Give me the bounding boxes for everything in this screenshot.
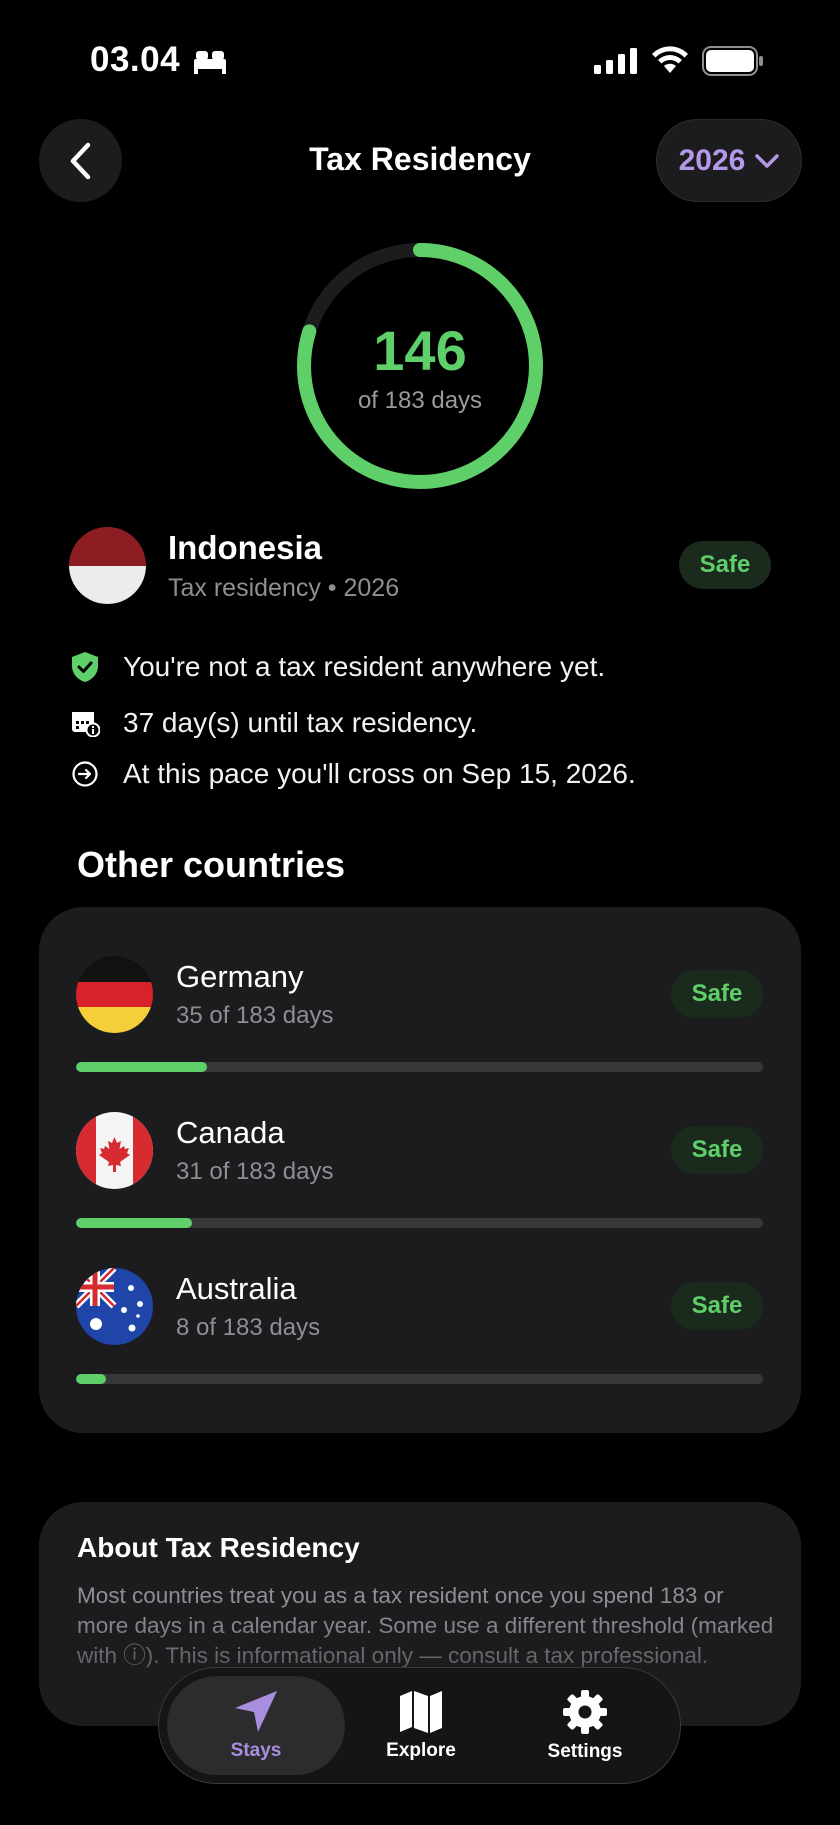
tab-settings[interactable]: Settings <box>496 1676 674 1775</box>
status-bar: 03.04 <box>0 0 840 120</box>
country-name: Canada <box>176 1115 285 1150</box>
arrow-circle-icon <box>72 761 98 787</box>
tab-label: Stays <box>230 1739 282 1761</box>
main-country-name: Indonesia <box>168 529 323 566</box>
status-time: 03.04 <box>90 40 181 79</box>
year-selector[interactable]: 2026 <box>656 119 802 202</box>
shield-check-icon <box>72 652 98 682</box>
main-country-subtitle: Tax residency • 2026 <box>168 574 400 602</box>
navigation-arrow-icon <box>235 1690 277 1732</box>
progress-bar-fill <box>76 1062 208 1072</box>
status-badge: Safe <box>671 1282 763 1330</box>
status-badge: Safe <box>671 1126 763 1174</box>
country-days: 35 of 183 days <box>176 1002 334 1029</box>
indonesia-flag-icon <box>69 527 146 604</box>
canada-flag-icon <box>76 1112 153 1189</box>
country-name: Australia <box>176 1271 297 1306</box>
country-days: 31 of 183 days <box>176 1158 334 1185</box>
fact-text: You're not a tax resident anywhere yet. <box>123 651 606 682</box>
status-badge: Safe <box>671 970 763 1018</box>
cellular-signal-icon <box>594 48 637 74</box>
section-title-other-countries: Other countries <box>77 844 346 885</box>
country-days: 8 of 183 days <box>176 1314 321 1341</box>
status-badge: Safe <box>679 541 771 589</box>
fact-row-cross-date: At this pace you'll cross on Sep 15, 202… <box>70 758 636 790</box>
battery-icon <box>702 46 763 76</box>
chevron-down-icon <box>755 153 780 168</box>
tab-stays[interactable]: Stays <box>167 1676 345 1775</box>
fact-row-days-until: 37 day(s) until tax residency. <box>70 707 477 739</box>
fact-text: 37 day(s) until tax residency. <box>123 707 478 738</box>
germany-flag-icon <box>76 956 153 1033</box>
tab-label: Explore <box>386 1739 456 1761</box>
progress-bar-fill <box>76 1218 193 1228</box>
other-countries-card: Germany 35 of 183 days Safe Canada 31 of… <box>39 907 801 1433</box>
country-name: Germany <box>176 959 304 994</box>
days-threshold-label: of 183 days <box>357 387 483 414</box>
fact-text: At this pace you'll cross on Sep 15, 202… <box>123 758 636 789</box>
map-icon <box>400 1690 442 1733</box>
bed-icon <box>194 51 226 74</box>
progress-bar <box>76 1062 763 1072</box>
tab-explore[interactable]: Explore <box>332 1676 510 1775</box>
about-title: About Tax Residency <box>77 1532 360 1563</box>
progress-bar <box>76 1374 763 1384</box>
fact-row-resident: You're not a tax resident anywhere yet. <box>70 651 605 683</box>
tab-bar: Stays Explore Settings <box>158 1667 681 1784</box>
tab-label: Settings <box>547 1740 623 1762</box>
progress-bar <box>76 1218 763 1228</box>
wifi-icon <box>652 46 688 73</box>
year-label: 2026 <box>678 143 746 177</box>
calendar-info-icon <box>72 712 100 737</box>
progress-bar-fill <box>76 1374 107 1384</box>
australia-flag-icon <box>76 1268 153 1345</box>
days-count: 146 <box>373 319 467 382</box>
gear-icon <box>563 1689 607 1734</box>
